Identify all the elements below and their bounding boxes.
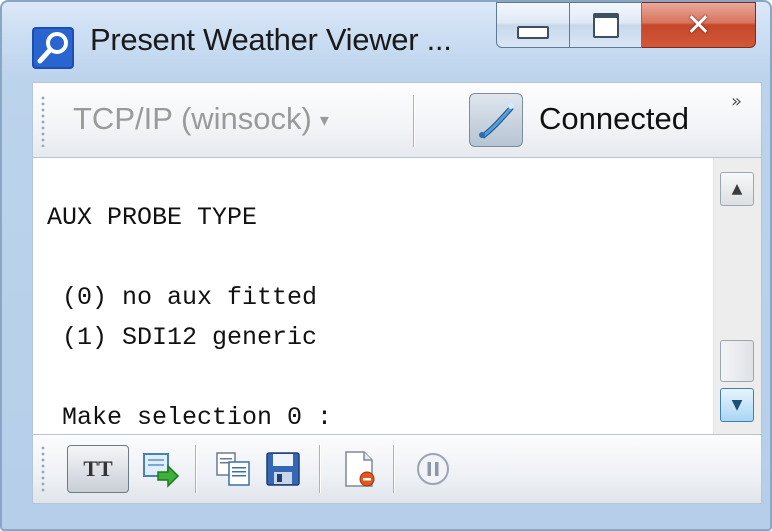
vertical-scrollbar[interactable]: ▲ ▼ (713, 158, 761, 434)
toolbar-separator (319, 445, 320, 493)
chevron-down-icon: ▾ (319, 110, 329, 131)
connection-status-label: Connected (539, 101, 689, 136)
connection-type-dropdown[interactable]: TCP/IP (winsock) ▾ (73, 101, 329, 137)
tt-label: TT (83, 456, 113, 481)
app-window: Present Weather Viewer ... ✕ TCP/IP (win… (0, 0, 772, 531)
toolbar-separator (413, 95, 414, 147)
minimize-icon (517, 25, 549, 39)
save-button[interactable] (259, 445, 307, 493)
arrow-down-icon: ▼ (731, 397, 743, 413)
scroll-thumb[interactable] (720, 340, 754, 382)
maximize-icon (592, 12, 619, 38)
window-title: Present Weather Viewer ... (90, 22, 452, 57)
magnifier-icon (32, 27, 74, 69)
toolbar-separator (195, 445, 196, 493)
toolbar-grip[interactable] (41, 95, 45, 147)
terminal-text: AUX PROBE TYPE (0) no aux fitted (1) SDI… (47, 198, 332, 434)
toolbar-overflow-chevron[interactable]: » (731, 91, 742, 112)
terminal-line: Make selection 0 : (47, 403, 333, 432)
send-file-button[interactable] (137, 445, 185, 493)
new-log-file-icon (345, 451, 375, 487)
send-file-icon (143, 453, 180, 488)
title-bar[interactable]: Present Weather Viewer ... ✕ (2, 2, 770, 82)
new-log-file-button[interactable] (335, 445, 383, 493)
copy-icon (216, 452, 250, 486)
terminal-line: (1) SDI12 generic (47, 323, 318, 352)
minimize-button[interactable] (496, 2, 570, 48)
close-button[interactable]: ✕ (642, 2, 756, 48)
connection-type-label: TCP/IP (winsock) (73, 101, 312, 136)
terminal-line: AUX PROBE TYPE (47, 203, 258, 232)
scroll-up-button[interactable]: ▲ (720, 172, 754, 206)
terminal-output[interactable]: AUX PROBE TYPE (0) no aux fitted (1) SDI… (32, 158, 762, 434)
toolbar-grip[interactable] (41, 445, 45, 493)
toolbar-separator (393, 445, 394, 493)
close-icon: ✕ (685, 7, 712, 43)
connection-toolbar: TCP/IP (winsock) ▾ Connected » (32, 82, 762, 158)
action-toolbar: TT (32, 434, 762, 504)
save-icon (266, 452, 300, 486)
terminal-line: (0) no aux fitted (47, 283, 318, 312)
pause-icon (417, 453, 449, 485)
connection-status-icon (479, 103, 514, 139)
tt-toggle-button[interactable]: TT (67, 445, 129, 493)
caption-buttons: ✕ (496, 2, 766, 50)
arrow-up-icon: ▲ (731, 181, 743, 197)
maximize-button[interactable] (570, 2, 642, 48)
pause-button[interactable] (409, 445, 457, 493)
connect-button[interactable] (469, 93, 523, 147)
copy-button[interactable] (209, 445, 257, 493)
scroll-down-button[interactable]: ▼ (720, 388, 754, 422)
